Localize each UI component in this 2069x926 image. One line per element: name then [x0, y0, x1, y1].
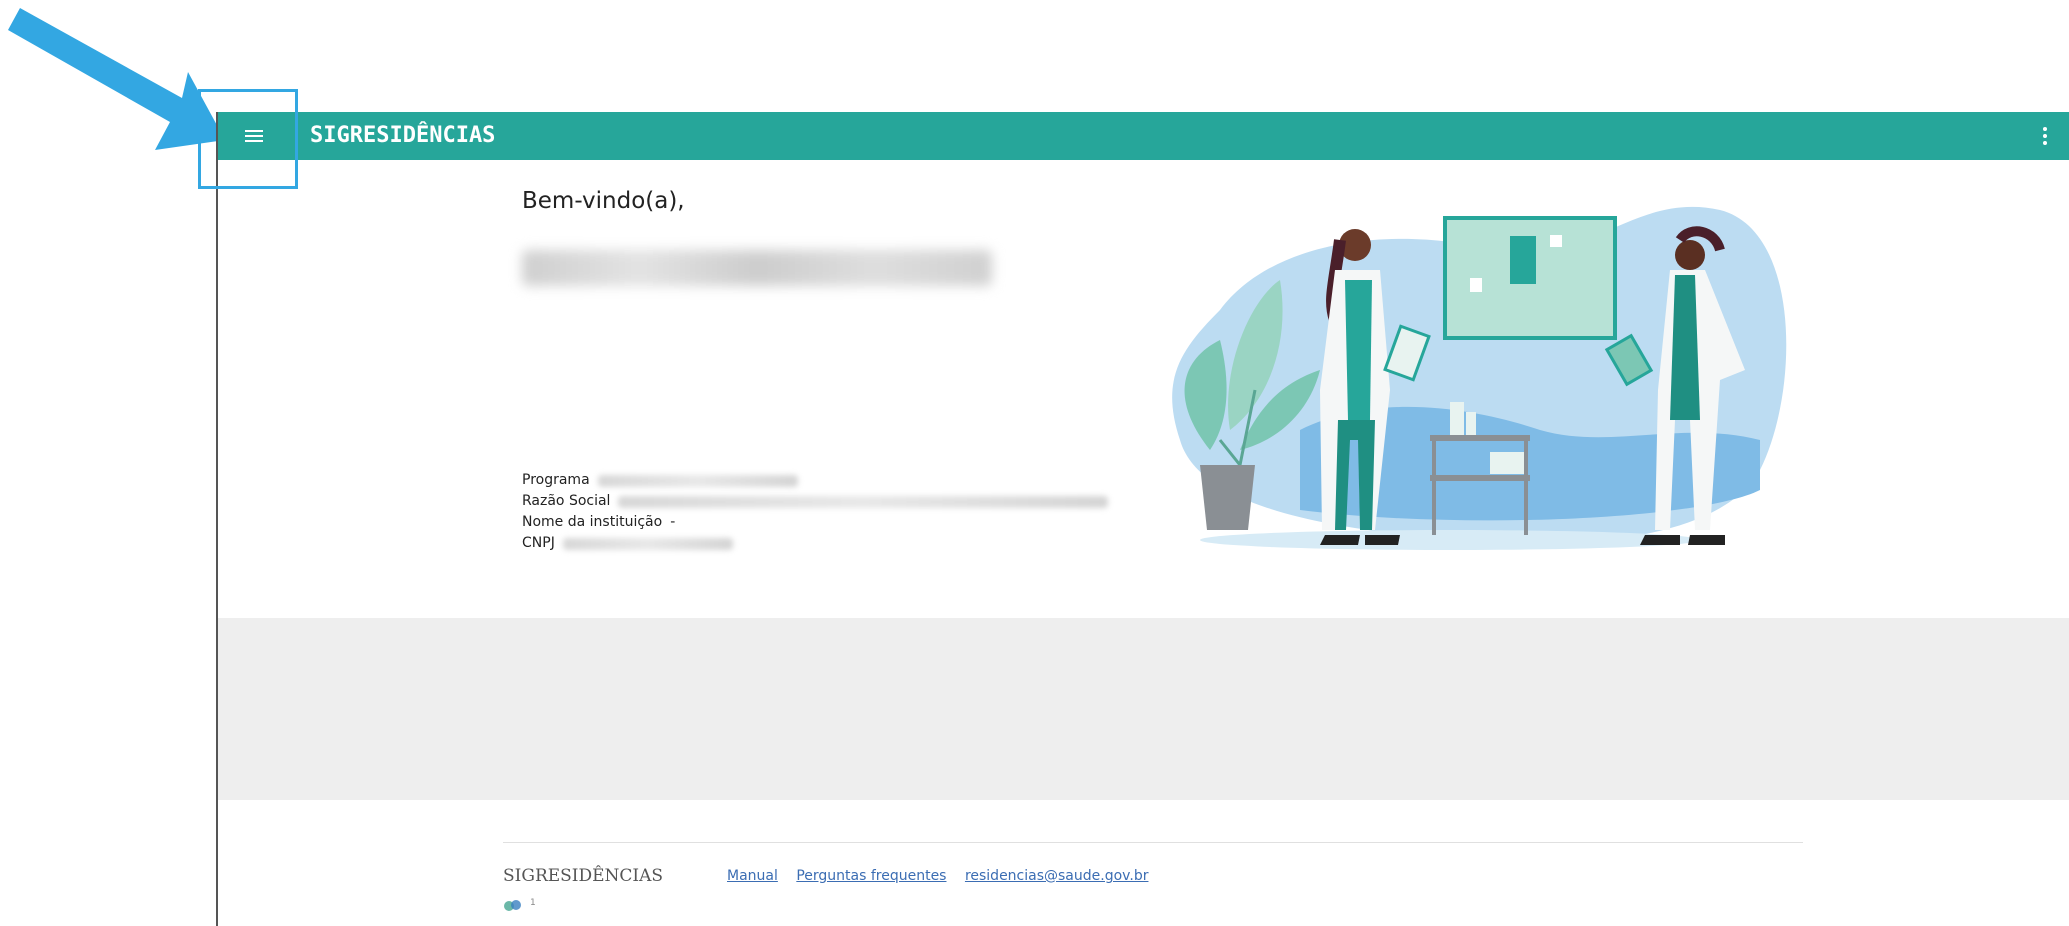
- razao-social-value-redacted: [618, 495, 1109, 508]
- nome-instituicao-value: -: [670, 514, 676, 530]
- footer-brand: SIGRESIDÊNCIAS: [503, 866, 664, 886]
- nome-instituicao-label: Nome da instituição: [522, 514, 663, 530]
- app-title: SIGRESIDÊNCIAS: [310, 123, 496, 148]
- top-app-bar: SIGRESIDÊNCIAS: [218, 112, 2069, 160]
- manual-link[interactable]: Manual: [727, 868, 778, 884]
- footer-divider: [503, 842, 1803, 843]
- cnpj-row: CNPJ: [522, 533, 1108, 554]
- nome-instituicao-row: Nome da instituição -: [522, 512, 1108, 533]
- welcome-heading: Bem-vindo(a),: [522, 188, 685, 214]
- programa-value-redacted: [597, 474, 798, 487]
- programa-row: Programa: [522, 470, 1108, 491]
- footer-links: Manual Perguntas frequentes residencias@…: [727, 868, 1162, 884]
- programa-label: Programa: [522, 472, 590, 488]
- razao-social-label: Razão Social: [522, 493, 611, 509]
- cnpj-value-redacted: [562, 537, 733, 550]
- cnpj-label: CNPJ: [522, 535, 555, 551]
- annotation-highlight-box: [198, 89, 298, 189]
- doctors-illustration: [1172, 206, 1787, 550]
- user-name-redacted: [522, 250, 992, 286]
- footer-logo-icon: [504, 900, 521, 911]
- more-vertical-icon[interactable]: [2033, 124, 2057, 148]
- footer-version: 1: [530, 898, 536, 908]
- razao-social-row: Razão Social: [522, 491, 1109, 512]
- email-link[interactable]: residencias@saude.gov.br: [965, 868, 1149, 884]
- faq-link[interactable]: Perguntas frequentes: [796, 868, 946, 884]
- content-gray-band: [218, 618, 2069, 800]
- institution-info: Programa Razão Social Nome da instituiçã…: [522, 470, 1109, 554]
